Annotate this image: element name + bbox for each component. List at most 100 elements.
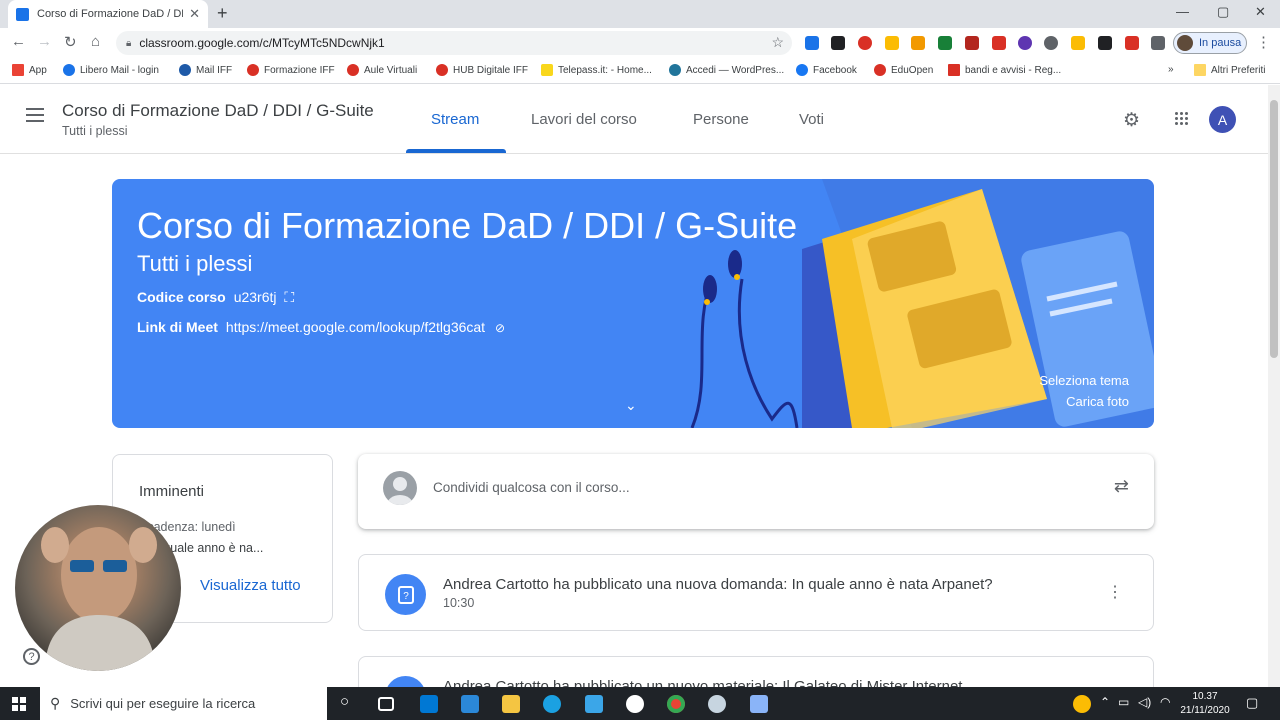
bookmark-item[interactable]: Facebook xyxy=(796,64,857,76)
extension-icon[interactable] xyxy=(1098,36,1112,50)
course-code-row: Codice corso u23r6tj ⛶ xyxy=(137,289,294,306)
bookmark-item[interactable]: Mail IFF xyxy=(179,64,232,76)
view-all-link[interactable]: Visualizza tutto xyxy=(200,577,301,594)
mail-icon xyxy=(179,64,191,76)
google-apps-icon[interactable] xyxy=(1175,112,1189,126)
mail-app-icon[interactable] xyxy=(420,695,438,713)
extension-icon[interactable] xyxy=(911,36,925,50)
hp-icon[interactable] xyxy=(626,695,644,713)
reload-icon[interactable]: ↻ xyxy=(64,33,77,51)
extension-icon[interactable] xyxy=(965,36,979,50)
course-code-value[interactable]: u23r6tj xyxy=(234,289,277,305)
bookmark-item[interactable]: bandi e avvisi - Reg... xyxy=(948,64,1061,76)
taskbar-search[interactable]: ⚲ Scrivi qui per eseguire la ricerca xyxy=(40,687,327,720)
maximize-icon[interactable]: ▢ xyxy=(1217,4,1229,20)
extension-icon[interactable] xyxy=(858,36,872,50)
account-avatar[interactable]: A xyxy=(1209,106,1236,133)
tab-people[interactable]: Persone xyxy=(693,111,749,128)
home-icon[interactable]: ⌂ xyxy=(91,33,100,50)
calculator-icon[interactable] xyxy=(750,695,768,713)
bookmark-item[interactable]: HUB Digitale IFF xyxy=(436,64,528,76)
more-bookmarks[interactable]: » xyxy=(1168,64,1174,75)
extension-icon[interactable] xyxy=(938,36,952,50)
chrome-icon[interactable] xyxy=(667,695,685,713)
share-box[interactable]: Condividi qualcosa con il corso... ⇄ xyxy=(358,454,1154,529)
help-tray-icon[interactable] xyxy=(1073,695,1091,713)
bookmarks-bar: App Libero Mail - login Mail IFF Formazi… xyxy=(0,58,1280,84)
bookmark-item[interactable]: Aule Virtuali xyxy=(347,64,417,76)
bookmark-item[interactable]: Accedi — WordPres... xyxy=(669,64,784,76)
webcam-overlay xyxy=(15,505,181,671)
extension-icon[interactable] xyxy=(1018,36,1032,50)
select-theme-link[interactable]: Seleziona tema xyxy=(1039,373,1129,388)
tab-grades[interactable]: Voti xyxy=(799,111,824,128)
close-window-icon[interactable]: ✕ xyxy=(1255,4,1266,20)
post-title: Andrea Cartotto ha pubblicato una nuova … xyxy=(443,576,993,593)
folder-icon xyxy=(1194,64,1206,76)
profile-avatar xyxy=(1177,35,1193,51)
edge-icon[interactable] xyxy=(543,695,561,713)
extension-icon[interactable] xyxy=(805,36,819,50)
app-icon[interactable] xyxy=(585,695,603,713)
bookmark-item[interactable]: App xyxy=(12,64,47,76)
browser-menu-icon[interactable]: ⋮ xyxy=(1256,33,1271,51)
app-icon[interactable] xyxy=(708,695,726,713)
volume-icon[interactable]: ◁) xyxy=(1138,695,1151,709)
svg-text:?: ? xyxy=(403,591,409,602)
extension-icon[interactable] xyxy=(1044,36,1058,50)
meet-link-url[interactable]: https://meet.google.com/lookup/f2tlg36ca… xyxy=(226,319,485,335)
chevron-down-icon[interactable]: ⌄ xyxy=(625,397,637,414)
forward-icon[interactable]: → xyxy=(37,33,52,50)
extension-icon[interactable] xyxy=(1125,36,1139,50)
extension-icon[interactable] xyxy=(1071,36,1085,50)
close-tab-icon[interactable]: ✕ xyxy=(189,6,200,22)
profile-button[interactable]: In pausa xyxy=(1173,32,1247,54)
more-options-icon[interactable]: ⋮ xyxy=(1107,582,1123,602)
bookmark-item[interactable]: Libero Mail - login xyxy=(63,64,159,76)
extension-icon[interactable] xyxy=(992,36,1006,50)
extension-icon[interactable] xyxy=(885,36,899,50)
task-view-icon[interactable] xyxy=(378,697,394,711)
stream-post[interactable]: ? Andrea Cartotto ha pubblicato una nuov… xyxy=(358,554,1154,631)
bookmark-star-icon[interactable]: ☆ xyxy=(771,34,784,51)
extensions-puzzle-icon[interactable] xyxy=(1151,36,1165,50)
lock-icon[interactable]: 🔒︎ xyxy=(126,38,131,49)
windows-start-icon[interactable] xyxy=(12,697,26,711)
bookmark-item[interactable]: Telepass.it: - Home... xyxy=(541,64,652,76)
extension-icon[interactable] xyxy=(831,36,845,50)
cortana-icon[interactable]: ○ xyxy=(340,693,349,710)
banner-subtitle: Tutti i plessi xyxy=(137,251,253,276)
address-bar[interactable]: 🔒︎ classroom.google.com/c/MTcyMTc5NDcwNj… xyxy=(116,31,792,55)
upload-photo-link[interactable]: Carica foto xyxy=(1066,394,1129,409)
tab-stream[interactable]: Stream xyxy=(431,111,479,128)
file-explorer-icon[interactable] xyxy=(502,695,520,713)
help-icon[interactable]: ? xyxy=(23,648,40,665)
back-icon[interactable]: ← xyxy=(11,33,26,50)
settings-gear-icon[interactable]: ⚙ xyxy=(1123,109,1140,132)
taskbar-clock[interactable]: 10.37 21/11/2020 xyxy=(1176,690,1234,718)
store-icon[interactable] xyxy=(461,695,479,713)
wifi-icon[interactable]: ◠ xyxy=(1160,695,1170,709)
browser-tab-strip: Corso di Formazione DaD / DDI / ... ✕ + … xyxy=(0,0,1280,28)
minimize-icon[interactable]: — xyxy=(1176,4,1189,19)
new-tab-icon[interactable]: + xyxy=(217,3,228,24)
meet-link-row: Link di Meet https://meet.google.com/look… xyxy=(137,319,505,335)
course-title[interactable]: Corso di Formazione DaD / DDI / G-Suite xyxy=(62,101,374,121)
repost-icon[interactable]: ⇄ xyxy=(1114,476,1129,497)
eduopen-icon xyxy=(874,64,886,76)
course-banner: Corso di Formazione DaD / DDI / G-Suite … xyxy=(112,179,1154,428)
page-scrollbar[interactable] xyxy=(1268,85,1280,687)
bookmark-item[interactable]: EduOpen xyxy=(874,64,933,76)
other-bookmarks[interactable]: Altri Preferiti xyxy=(1194,64,1265,76)
notifications-icon[interactable]: ▢ xyxy=(1246,695,1258,711)
visibility-off-icon[interactable]: ⊘ xyxy=(495,321,505,335)
share-placeholder[interactable]: Condividi qualcosa con il corso... xyxy=(433,480,630,495)
chevron-up-icon[interactable]: ⌃ xyxy=(1100,695,1110,709)
battery-icon[interactable]: ▭ xyxy=(1118,695,1129,709)
scrollbar-thumb[interactable] xyxy=(1270,100,1278,358)
tab-classwork[interactable]: Lavori del corso xyxy=(531,111,637,128)
fullscreen-icon[interactable]: ⛶ xyxy=(284,289,294,305)
bookmark-item[interactable]: Formazione IFF xyxy=(247,64,335,76)
hamburger-menu-icon[interactable] xyxy=(26,108,44,122)
browser-tab[interactable]: Corso di Formazione DaD / DDI / ... ✕ xyxy=(8,0,208,28)
